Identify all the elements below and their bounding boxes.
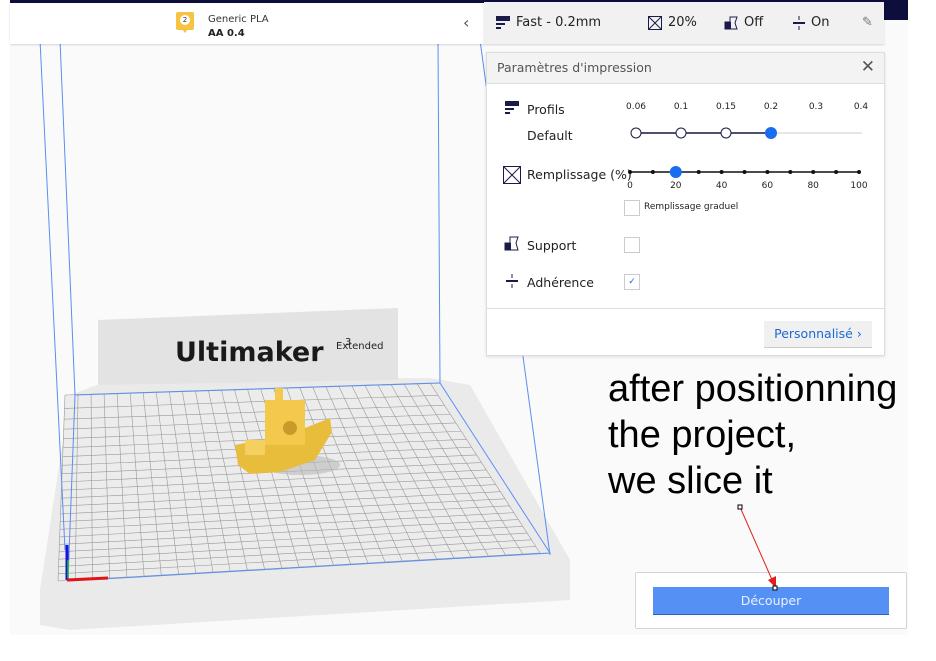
extruder-number: 2 xyxy=(180,15,190,25)
infill-step-dot xyxy=(788,170,793,174)
adhesion-label: On xyxy=(811,15,830,30)
infill-tick: 40 xyxy=(715,181,728,191)
chevron-right-icon: › xyxy=(856,326,862,341)
support-label: Off xyxy=(744,15,764,30)
layer-height-tick: 0.06 xyxy=(625,102,647,112)
infill-summary[interactable]: 20% xyxy=(648,15,697,30)
boat-cabin xyxy=(265,400,305,445)
infill-step-dot xyxy=(742,170,747,174)
profile-name: Default xyxy=(527,128,573,143)
infill-step-dot xyxy=(650,170,655,174)
layer-height-tick: 0.15 xyxy=(715,102,737,112)
brand-logo: Ultimaker xyxy=(175,337,324,368)
adhesion-icon xyxy=(506,274,518,288)
infill-step-dot xyxy=(719,170,724,174)
layer-height-tick: 0.4 xyxy=(853,102,869,112)
chevron-left-icon[interactable]: ‹ xyxy=(463,13,469,32)
support-checkbox[interactable] xyxy=(624,237,640,253)
layer-height-tick: 0.2 xyxy=(763,102,779,112)
custom-settings-button[interactable]: Personnalisé › xyxy=(764,321,872,348)
profile-label: Fast - 0.2mm xyxy=(516,15,602,30)
printer-selector[interactable]: 2 Generic PLA AA 0.4 ‹ xyxy=(10,3,484,44)
close-icon[interactable]: ✕ xyxy=(861,57,875,77)
infill-step-dot xyxy=(857,170,861,174)
infill-tick: 20 xyxy=(670,181,682,191)
annotation-text: after positionning the project, we slice i… xyxy=(608,368,898,502)
infill-step-dot xyxy=(834,170,839,174)
adhesion-checkbox[interactable]: ✓ xyxy=(624,274,640,290)
infill-handle xyxy=(669,166,682,178)
panel-divider xyxy=(487,308,884,309)
slice-button[interactable]: Découper xyxy=(653,587,889,615)
infill-tick: 0 xyxy=(627,181,633,191)
profile-summary[interactable]: Fast - 0.2mm xyxy=(496,15,601,30)
infill-tick: 80 xyxy=(807,181,819,191)
layer-height-tick: 0.3 xyxy=(808,102,824,112)
support-icon xyxy=(724,16,738,29)
panel-header: Paramètres d'impression ✕ xyxy=(487,53,884,84)
layer-height-slider[interactable] xyxy=(627,123,867,143)
support-summary[interactable]: Off xyxy=(724,15,763,30)
infill-tick: 100 xyxy=(850,181,868,191)
infill-label: 20% xyxy=(668,15,697,30)
infill-icon xyxy=(503,166,521,184)
nozzle-name: AA 0.4 xyxy=(208,28,245,39)
brand-model-sub: Extended xyxy=(336,341,384,352)
panel-title: Paramètres d'impression xyxy=(497,60,652,75)
layer-height-tick: 0.1 xyxy=(673,102,689,112)
adhesion-icon xyxy=(793,15,805,30)
gradual-infill-label: Remplissage graduel xyxy=(644,202,739,212)
infill-tick: 60 xyxy=(761,181,774,191)
profiles-label: Profils xyxy=(527,102,565,117)
layer-height-handle xyxy=(765,127,777,139)
pencil-icon[interactable]: ✎ xyxy=(862,15,873,30)
infill-label: Remplissage (%) xyxy=(527,167,632,182)
support-label: Support xyxy=(527,238,577,253)
infill-slider[interactable] xyxy=(625,165,865,179)
adhesion-label: Adhérence xyxy=(527,275,594,290)
profile-icon xyxy=(505,101,519,114)
infill-step-dot xyxy=(811,170,816,174)
support-icon xyxy=(504,236,519,251)
print-settings-bar[interactable]: Fast - 0.2mm 20% Off On ✎ xyxy=(484,2,884,44)
print-settings-panel: Paramètres d'impression ✕ Profils Defaul… xyxy=(486,52,885,356)
adhesion-summary[interactable]: On xyxy=(793,15,829,30)
infill-step-dot xyxy=(696,170,701,174)
profile-icon xyxy=(496,16,510,29)
boat-chimney xyxy=(275,388,283,402)
infill-step-dot xyxy=(628,170,632,174)
infill-step-dot xyxy=(765,170,770,174)
material-name: Generic PLA xyxy=(208,14,269,25)
extruder-badge: 2 xyxy=(176,12,194,33)
gradual-infill-checkbox[interactable] xyxy=(624,200,640,216)
infill-icon xyxy=(648,15,662,30)
